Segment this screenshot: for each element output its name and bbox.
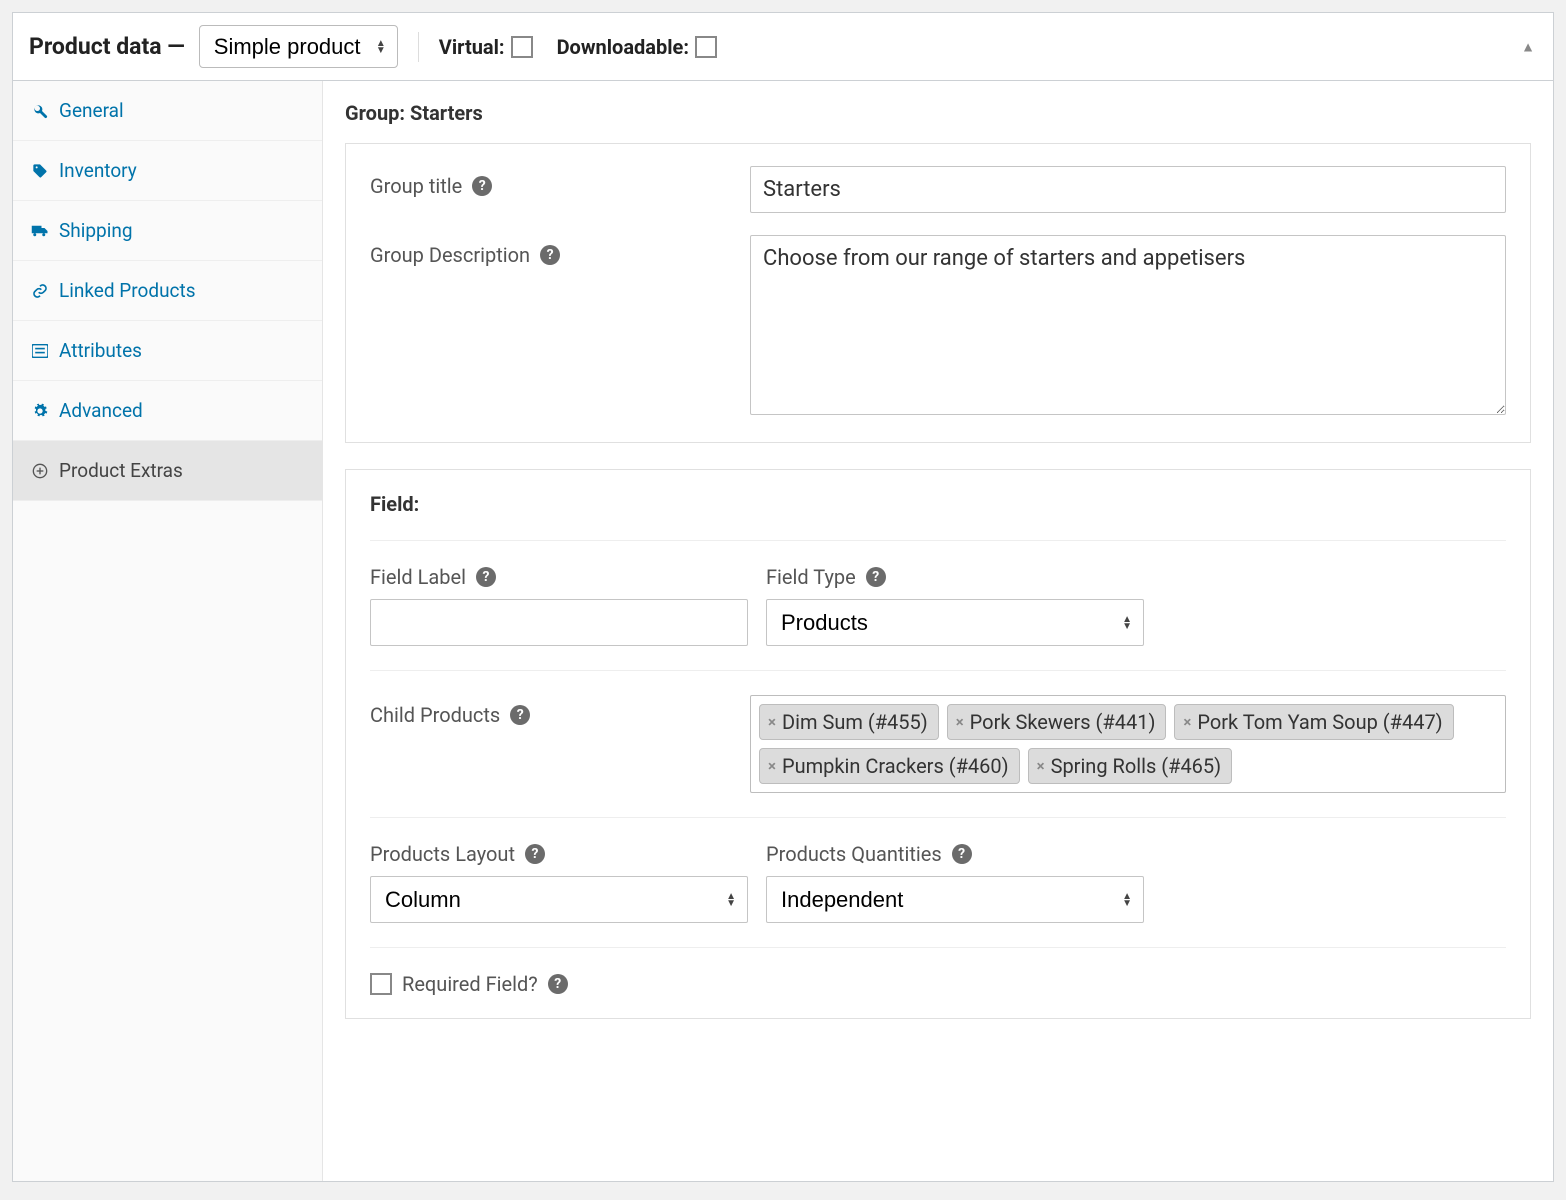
group-title-input[interactable] bbox=[750, 166, 1506, 213]
tag-icon bbox=[31, 163, 49, 179]
sidebar-item-label: Product Extras bbox=[59, 459, 183, 482]
help-icon[interactable]: ? bbox=[510, 705, 530, 725]
downloadable-checkbox[interactable] bbox=[695, 36, 717, 58]
divider bbox=[370, 817, 1506, 818]
sidebar-item-label: Attributes bbox=[59, 339, 142, 362]
row-group-description: Group Description ? bbox=[370, 235, 1506, 420]
help-icon[interactable]: ? bbox=[476, 567, 496, 587]
plus-circle-icon bbox=[31, 463, 49, 479]
panel-header: Product data — Simple product ▲▼ Virtual… bbox=[13, 13, 1553, 81]
tag-remove-icon[interactable]: × bbox=[956, 713, 964, 731]
truck-icon bbox=[31, 224, 49, 238]
layout-qty-row: Products Layout ? Column ▲▼ Products Q bbox=[370, 842, 1506, 923]
sidebar-item-label: Linked Products bbox=[59, 279, 196, 302]
group-description-textarea[interactable] bbox=[750, 235, 1506, 415]
content-area: Group: Starters Group title ? Group Desc… bbox=[323, 81, 1553, 1181]
field-label-input[interactable] bbox=[370, 599, 748, 646]
group-title-label: Group title ? bbox=[370, 166, 750, 198]
sidebar-item-label: Advanced bbox=[59, 399, 143, 422]
required-field-row: Required Field? ? bbox=[370, 972, 1506, 996]
sidebar-item-label: Inventory bbox=[59, 159, 137, 182]
virtual-toggle[interactable]: Virtual: bbox=[439, 35, 533, 59]
downloadable-toggle[interactable]: Downloadable: bbox=[557, 35, 717, 59]
divider bbox=[370, 947, 1506, 948]
field-type-label: Field Type ? bbox=[766, 565, 1144, 589]
field-label-type-row: Field Label ? Field Type ? Products bbox=[370, 565, 1506, 646]
divider bbox=[370, 540, 1506, 541]
sidebar-item-label: Shipping bbox=[59, 219, 133, 242]
field-heading: Field: bbox=[370, 492, 1506, 516]
panel-title-wrap: Product data — Simple product ▲▼ bbox=[29, 25, 398, 68]
sidebar-item-inventory[interactable]: Inventory bbox=[13, 141, 322, 201]
sidebar-item-advanced[interactable]: Advanced bbox=[13, 381, 322, 441]
vertical-separator bbox=[418, 32, 419, 62]
help-icon[interactable]: ? bbox=[540, 245, 560, 265]
sidebar: General Inventory Shipping Linked Produc… bbox=[13, 81, 323, 1181]
list-icon bbox=[31, 344, 49, 358]
tag-remove-icon[interactable]: × bbox=[768, 757, 776, 775]
downloadable-label: Downloadable: bbox=[557, 35, 689, 59]
sidebar-item-shipping[interactable]: Shipping bbox=[13, 201, 322, 261]
sidebar-item-product-extras[interactable]: Product Extras bbox=[13, 441, 322, 501]
product-tag: × Pork Tom Yam Soup (#447) bbox=[1174, 704, 1453, 740]
product-data-panel: Product data — Simple product ▲▼ Virtual… bbox=[12, 12, 1554, 1182]
panel-body: General Inventory Shipping Linked Produc… bbox=[13, 81, 1553, 1181]
product-tag: × Dim Sum (#455) bbox=[759, 704, 939, 740]
product-type-select[interactable]: Simple product bbox=[199, 25, 398, 68]
help-icon[interactable]: ? bbox=[866, 567, 886, 587]
products-quantities-label: Products Quantities ? bbox=[766, 842, 1144, 866]
products-quantities-select[interactable]: Independent bbox=[766, 876, 1144, 923]
field-label-label: Field Label ? bbox=[370, 565, 748, 589]
product-type-select-wrap: Simple product ▲▼ bbox=[199, 25, 398, 68]
child-products-input[interactable]: × Dim Sum (#455) × Pork Skewers (#441) ×… bbox=[750, 695, 1506, 793]
collapse-icon[interactable]: ▲ bbox=[1521, 38, 1535, 55]
virtual-label: Virtual: bbox=[439, 35, 505, 59]
link-icon bbox=[31, 283, 49, 299]
tag-remove-icon[interactable]: × bbox=[1183, 713, 1191, 731]
sidebar-item-label: General bbox=[59, 99, 124, 122]
divider bbox=[370, 670, 1506, 671]
products-layout-label: Products Layout ? bbox=[370, 842, 748, 866]
field-type-select[interactable]: Products bbox=[766, 599, 1144, 646]
required-checkbox[interactable] bbox=[370, 973, 392, 995]
product-tag: × Spring Rolls (#465) bbox=[1028, 748, 1233, 784]
row-child-products: Child Products ? × Dim Sum (#455) × Pork… bbox=[370, 695, 1506, 793]
sidebar-item-attributes[interactable]: Attributes bbox=[13, 321, 322, 381]
wrench-icon bbox=[31, 103, 49, 119]
help-icon[interactable]: ? bbox=[525, 844, 545, 864]
gear-icon bbox=[31, 403, 49, 419]
virtual-checkbox[interactable] bbox=[511, 36, 533, 58]
help-icon[interactable]: ? bbox=[548, 974, 568, 994]
row-group-title: Group title ? bbox=[370, 166, 1506, 213]
products-layout-select[interactable]: Column bbox=[370, 876, 748, 923]
child-products-label: Child Products ? bbox=[370, 695, 750, 727]
panel-title: Product data — bbox=[29, 33, 185, 60]
tag-remove-icon[interactable]: × bbox=[1037, 757, 1045, 775]
group-box: Group title ? Group Description ? bbox=[345, 143, 1531, 443]
field-box: Field: Field Label ? Field Type ? bbox=[345, 469, 1531, 1019]
sidebar-item-linked-products[interactable]: Linked Products bbox=[13, 261, 322, 321]
group-description-label: Group Description ? bbox=[370, 235, 750, 267]
help-icon[interactable]: ? bbox=[952, 844, 972, 864]
help-icon[interactable]: ? bbox=[472, 176, 492, 196]
group-heading: Group: Starters bbox=[345, 101, 1531, 125]
tag-remove-icon[interactable]: × bbox=[768, 713, 776, 731]
sidebar-item-general[interactable]: General bbox=[13, 81, 322, 141]
product-tag: × Pumpkin Crackers (#460) bbox=[759, 748, 1020, 784]
required-label: Required Field? bbox=[402, 972, 538, 996]
product-tag: × Pork Skewers (#441) bbox=[947, 704, 1167, 740]
